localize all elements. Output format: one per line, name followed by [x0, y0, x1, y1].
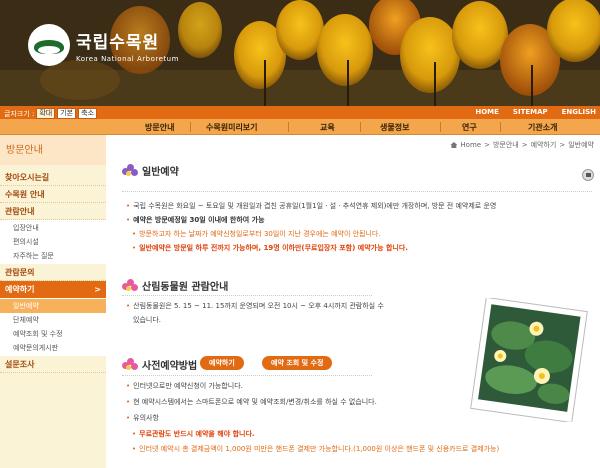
nav-about[interactable]: 기관소개: [528, 122, 557, 133]
sidebar-item-visit-info[interactable]: 관람안내: [0, 203, 106, 220]
reserve-button[interactable]: 예약하기: [200, 356, 244, 370]
info-line: • 유의사항: [126, 414, 159, 422]
site-logo[interactable]: 국립수목원 Korea National Arboretum: [28, 24, 179, 66]
sidebar-subitem-admission[interactable]: 입장안내: [0, 221, 106, 235]
home-link[interactable]: HOME: [475, 108, 499, 116]
info-line: • 인터넷 예약시 총 결제금액이 1,000원 미만은 핸드폰 결제만 가능합니…: [132, 445, 500, 453]
sidebar-item-survey[interactable]: 설문조사: [0, 356, 106, 373]
info-line: • 방문하고자 하는 날짜가 예약신청일로부터 30일이 지난 경우에는 예약이 …: [132, 230, 381, 238]
sidebar-subitem-faq[interactable]: 자주하는 질문: [0, 249, 106, 263]
sidebar-item-inquiry[interactable]: 관람문의: [0, 264, 106, 281]
section-title: 일반예약: [142, 167, 179, 178]
nav-visit-guide[interactable]: 방문안내: [145, 122, 174, 133]
flower-icon: [122, 357, 138, 372]
section-title: 사전예약방법: [142, 361, 198, 372]
section-zoo-info: 산림동물원 관람안내: [122, 278, 228, 293]
nav-education[interactable]: 교육: [320, 122, 335, 133]
sidebar-subitem-facilities[interactable]: 편의시설: [0, 235, 106, 249]
info-line: • 산림동물원은 5. 15 ~ 11. 15까지 운영되며 오전 10시 ~ 오…: [126, 302, 384, 310]
lotus-photo: [470, 298, 588, 422]
sidebar: 방문안내 찾아오시는길 수목원 안내 관람안내 입장안내 편의시설 자주하는 질…: [0, 135, 106, 468]
nav-preview[interactable]: 수목원미리보기: [206, 122, 258, 133]
font-enlarge-button[interactable]: 확대: [36, 108, 56, 119]
main-content: 일반예약 • 국립 수목원은 화요일 ~ 토요일 및 개원일과 겹친 공휴일(1월…: [106, 135, 600, 468]
sidebar-subitem-lookup[interactable]: 예약조회 및 수정: [0, 327, 106, 341]
section-title: 산림동물원 관람안내: [142, 282, 229, 293]
font-shrink-button[interactable]: 축소: [78, 108, 98, 119]
info-line: • 국립 수목원은 화요일 ~ 토요일 및 개원일과 겹친 공휴일(1월1일 · …: [126, 202, 497, 210]
utility-bar: 글자크기 : 확대 기본 축소 HOME SITEMAP ENGLISH: [0, 106, 600, 119]
english-link[interactable]: ENGLISH: [562, 108, 596, 116]
sidebar-subitem-board[interactable]: 예약문의게시판: [0, 341, 106, 355]
font-size-control: 글자크기 : 확대 기본 축소: [4, 108, 98, 119]
sidebar-title: 방문안내: [0, 135, 106, 165]
flower-icon: [122, 278, 138, 293]
sidebar-item-reservation-label: 예약하기: [5, 285, 35, 294]
top-links: HOME SITEMAP ENGLISH: [475, 108, 596, 116]
info-line: • 인터넷으로만 예약신청이 가능합니다.: [126, 382, 243, 390]
main-navigation: 방문안내 수목원미리보기 교육 생물정보 연구 기관소개: [0, 119, 600, 135]
info-line: • 현 예약시스템에서는 스마트폰으로 예약 및 예약조회/변경/취소를 하실 수…: [126, 398, 377, 406]
sidebar-subitem-group-reservation[interactable]: 단체예약: [0, 313, 106, 327]
header-banner: 국립수목원 Korea National Arboretum: [0, 0, 600, 106]
nav-bio-info[interactable]: 생물정보: [380, 122, 409, 133]
info-line: • 무료관람도 반드시 예약을 해야 합니다.: [132, 430, 255, 438]
sitemap-link[interactable]: SITEMAP: [513, 108, 548, 116]
arboretum-logo-icon: [28, 24, 70, 66]
chevron-right-icon: >: [94, 285, 101, 294]
info-line: • 예약은 방문예정일 30일 이내에 한하여 가능: [126, 216, 265, 224]
reservation-lookup-button[interactable]: 예약 조회 및 수정: [262, 356, 333, 370]
flower-icon: [122, 163, 138, 178]
print-icon[interactable]: [582, 169, 594, 181]
sidebar-item-reservation[interactable]: 예약하기 >: [0, 281, 106, 298]
sidebar-subitem-general-reservation[interactable]: 일반예약: [0, 299, 106, 313]
section-reservation-method: 사전예약방법: [122, 357, 197, 372]
font-size-label: 글자크기 :: [4, 109, 35, 118]
info-line: 있습니다.: [133, 316, 161, 324]
font-default-button[interactable]: 기본: [57, 108, 77, 119]
section-general-reservation: 일반예약: [122, 163, 179, 178]
info-line: • 일반예약은 방문일 하루 전까지 가능하며, 19명 이하만(무료입장자 포함…: [132, 244, 408, 252]
logo-subtitle: Korea National Arboretum: [76, 54, 179, 63]
sidebar-item-directions[interactable]: 찾아오시는길: [0, 169, 106, 186]
nav-research[interactable]: 연구: [462, 122, 477, 133]
logo-title: 국립수목원: [76, 32, 160, 53]
sidebar-item-arboretum-info[interactable]: 수목원 안내: [0, 186, 106, 203]
